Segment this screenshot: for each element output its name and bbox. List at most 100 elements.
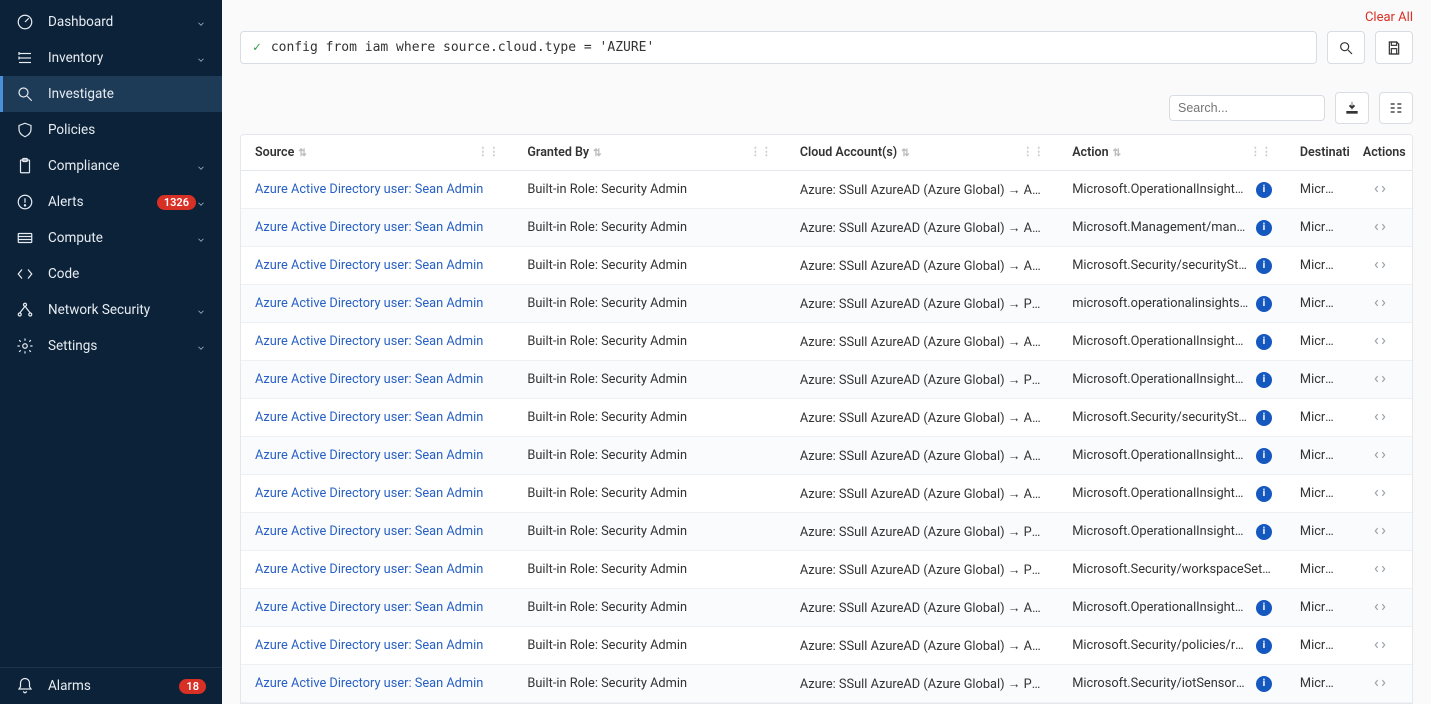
sidebar-item-investigate[interactable]: Investigate [0,76,222,112]
action-text: Microsoft.Security/securityStat… [1072,258,1250,273]
search-icon [1338,40,1354,56]
col-cloud-accounts[interactable]: Cloud Account(s)⇅⋮⋮ [786,135,1058,171]
alert-icon [16,193,34,211]
granted-by-cell: Built-in Role: Security Admin [513,361,785,399]
table-row: Azure Active Directory user: Sean AdminB… [241,513,1412,551]
table-row: Azure Active Directory user: Sean AdminB… [241,285,1412,323]
drag-handle-icon[interactable]: ⋮⋮ [1022,145,1044,158]
clear-all-link[interactable]: Clear All [240,10,1413,25]
destination-cell: Micros [1286,665,1349,703]
compute-icon [16,229,34,247]
source-link[interactable]: Azure Active Directory user: Sean Admin [255,562,483,577]
info-icon[interactable]: i [1256,410,1272,426]
code-icon [16,265,34,283]
run-query-button[interactable] [1327,31,1365,64]
table-row: Azure Active Directory user: Sean Admin B… [241,361,1412,399]
save-query-button[interactable] [1375,31,1413,64]
table-row: Azure Active Directory user: Sean AdminB… [241,437,1412,475]
code-action-icon[interactable] [1369,559,1391,579]
sidebar-item-alerts[interactable]: Alerts1326 [0,184,222,220]
granted-by-cell: Built-in Role: Security Admin [513,399,785,437]
source-link[interactable]: Azure Active Directory user: Sean Admin [255,372,483,387]
info-icon[interactable]: i [1256,182,1272,198]
info-icon[interactable]: i [1256,676,1272,692]
code-action-icon[interactable] [1369,597,1391,617]
action-text: Microsoft.OperationalInsights/… [1072,448,1250,463]
sidebar-item-compliance[interactable]: Compliance [0,148,222,184]
source-link[interactable]: Azure Active Directory user: Sean Admin [255,448,483,463]
col-action[interactable]: Action⇅⋮⋮ [1058,135,1286,171]
sidebar-footer-alarms[interactable]: Alarms 18 [0,668,222,704]
info-icon[interactable]: i [1256,372,1272,388]
source-link[interactable]: Azure Active Directory user: Sean Admin [255,676,483,691]
results-table-wrap[interactable]: Source⇅⋮⋮ Granted By⇅⋮⋮ Cloud Account(s)… [240,134,1413,704]
code-action-icon[interactable] [1369,483,1391,503]
account-cell: Azure: SSull AzureAD (Azure Global) → Az… [786,171,1058,209]
sidebar-item-compute[interactable]: Compute [0,220,222,256]
destination-cell: Micros [1286,437,1349,475]
info-icon[interactable]: i [1256,524,1272,540]
sidebar-item-label: Compute [48,230,196,246]
drag-handle-icon[interactable]: ⋮⋮ [477,145,499,158]
source-link[interactable]: Azure Active Directory user: Sean Admin [255,182,483,197]
info-icon[interactable]: i [1256,220,1272,236]
download-icon [1344,100,1360,116]
source-link[interactable]: Azure Active Directory user: Sean Admin [255,486,483,501]
alarms-badge: 18 [179,679,206,694]
source-link[interactable]: Azure Active Directory user: Sean Admin [255,334,483,349]
code-action-icon[interactable] [1369,407,1391,427]
info-icon[interactable]: i [1256,448,1272,464]
account-cell: Azure: SSull AzureAD (Azure Global) → Az… [786,627,1058,665]
columns-button[interactable] [1379,92,1413,124]
info-icon[interactable]: i [1256,486,1272,502]
code-action-icon[interactable] [1369,635,1391,655]
table-search-input[interactable] [1178,101,1339,115]
sidebar-item-inventory[interactable]: Inventory [0,40,222,76]
sidebar-item-label: Settings [48,338,196,354]
code-action-icon[interactable] [1369,179,1391,199]
sidebar-item-settings[interactable]: Settings [0,328,222,364]
source-link[interactable]: Azure Active Directory user: Sean Admin [255,410,483,425]
code-action-icon[interactable] [1369,255,1391,275]
drag-handle-icon[interactable]: ⋮⋮ [1250,145,1272,158]
source-link[interactable]: Azure Active Directory user: Sean Admin [255,638,483,653]
col-destination[interactable]: Destination [1286,135,1349,171]
destination-cell: Micros [1286,627,1349,665]
info-icon[interactable]: i [1256,600,1272,616]
destination-cell: Micros [1286,209,1349,247]
code-action-icon[interactable] [1369,217,1391,237]
info-icon[interactable]: i [1256,258,1272,274]
sidebar-item-policies[interactable]: Policies [0,112,222,148]
col-granted-by[interactable]: Granted By⇅⋮⋮ [513,135,785,171]
table-search[interactable] [1169,95,1325,121]
sidebar-item-dashboard[interactable]: Dashboard [0,4,222,40]
sidebar-footer-label: Alarms [48,678,171,694]
info-icon[interactable]: i [1256,296,1272,312]
info-icon[interactable]: i [1256,334,1272,350]
source-link[interactable]: Azure Active Directory user: Sean Admin [255,524,483,539]
drag-handle-icon[interactable]: ⋮⋮ [750,145,772,158]
code-action-icon[interactable] [1369,369,1391,389]
sidebar-item-code[interactable]: Code [0,256,222,292]
query-input[interactable]: ✓ config from iam where source.cloud.typ… [240,31,1317,64]
sidebar-item-network-security[interactable]: Network Security [0,292,222,328]
code-action-icon[interactable] [1369,331,1391,351]
code-action-icon[interactable] [1369,673,1391,693]
code-action-icon[interactable] [1369,521,1391,541]
code-action-icon[interactable] [1369,293,1391,313]
source-link[interactable]: Azure Active Directory user: Sean Admin [255,258,483,273]
download-button[interactable] [1335,92,1369,124]
table-row: Azure Active Directory user: Sean AdminB… [241,551,1412,589]
chevron-down-icon [196,53,206,63]
sort-icon: ⇅ [593,149,601,159]
destination-cell: Micros [1286,475,1349,513]
code-action-icon[interactable] [1369,445,1391,465]
table-row: Azure Active Directory user: Sean AdminB… [241,209,1412,247]
info-icon[interactable]: i [1256,638,1272,654]
destination-cell: Micros [1286,285,1349,323]
source-link[interactable]: Azure Active Directory user: Sean Admin [255,296,483,311]
source-link[interactable]: Azure Active Directory user: Sean Admin [255,600,483,615]
destination-cell: Micros [1286,171,1349,209]
source-link[interactable]: Azure Active Directory user: Sean Admin [255,220,483,235]
col-source[interactable]: Source⇅⋮⋮ [241,135,513,171]
